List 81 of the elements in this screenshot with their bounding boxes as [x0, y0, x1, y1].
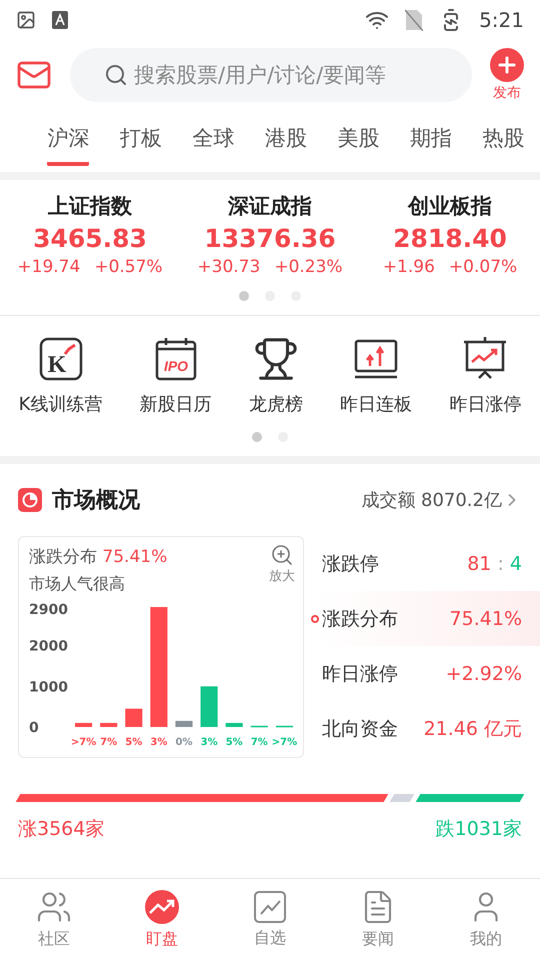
- index-percent: +0.23%: [274, 257, 343, 277]
- axis-label: >7%: [272, 737, 297, 748]
- axis-label: 3%: [200, 737, 218, 748]
- axis-label: 2900: [29, 602, 68, 618]
- rise-count: 涨3564家: [18, 817, 104, 842]
- shortcut-button[interactable]: K K线训练营: [18, 336, 102, 416]
- index-value: 13376.36: [204, 224, 336, 253]
- index-name: 深证成指: [228, 193, 312, 220]
- axis-label: 1000: [29, 679, 68, 696]
- stat-row[interactable]: 涨跌停 81 : 4: [314, 536, 540, 591]
- trend-icon: [144, 889, 180, 925]
- stat-row-highlight[interactable]: 涨跌分布 75.41%: [314, 591, 540, 646]
- line-chart-icon: [253, 890, 287, 924]
- axis-label: 3%: [150, 737, 168, 748]
- market-tab[interactable]: 美股: [338, 120, 380, 166]
- stat-label: 涨跌分布: [322, 606, 399, 632]
- chart-subtitle: 市场人气很高: [29, 574, 125, 595]
- fall-count: 跌1031家: [436, 817, 522, 842]
- turnover-link[interactable]: 成交额 8070.2亿: [361, 488, 522, 512]
- stat-label: 北向资金: [322, 716, 399, 742]
- stat-label: 昨日涨停: [322, 662, 399, 686]
- index-value: 2818.40: [393, 224, 507, 253]
- index-name: 创业板指: [408, 193, 492, 220]
- axis-label: 7%: [100, 737, 118, 748]
- stat-value: 21.46 亿元: [424, 716, 522, 742]
- index-percent: +0.57%: [94, 257, 163, 277]
- shortcut-button[interactable]: 昨日涨停: [449, 336, 522, 416]
- axis-label: >7%: [70, 737, 96, 748]
- stat-value: 75.41%: [450, 608, 522, 630]
- index-change: +30.73: [197, 257, 260, 277]
- ring-icon: [311, 614, 319, 622]
- nav-tab[interactable]: 社区: [14, 889, 94, 950]
- market-tab[interactable]: 全球: [192, 120, 234, 166]
- shortcut-button[interactable]: 龙虎榜: [248, 336, 303, 416]
- bar: [175, 720, 193, 727]
- bar: [226, 722, 243, 727]
- bar: [100, 722, 118, 727]
- pie-chart-icon: [18, 488, 42, 512]
- index-value: 3465.83: [33, 224, 147, 253]
- market-tab[interactable]: 打板: [120, 120, 162, 166]
- market-tab[interactable]: 热股: [482, 120, 525, 166]
- axis-label: 5%: [125, 737, 142, 748]
- bar: [75, 722, 92, 727]
- trophy-icon: [252, 336, 299, 382]
- nav-tab[interactable]: 要闻: [338, 889, 418, 950]
- search-field[interactable]: 搜索股票/用户/讨论/要闻等: [70, 48, 472, 102]
- stat-row[interactable]: 昨日涨停 +2.92%: [314, 646, 540, 701]
- zoom-button[interactable]: 放大: [269, 543, 295, 585]
- search-icon: [104, 63, 128, 87]
- no-sim-icon: [405, 9, 424, 31]
- stat-row[interactable]: 北向资金 21.46 亿元: [314, 701, 540, 756]
- axis-label: 7%: [250, 737, 268, 748]
- market-tab[interactable]: 期指: [410, 120, 452, 166]
- market-tab[interactable]: 港股: [264, 120, 307, 166]
- axis-label: 0%: [176, 737, 192, 748]
- chart-title: 涨跌分布 75.41%: [29, 547, 168, 567]
- stat-value: +2.92%: [446, 662, 522, 684]
- clock-time: 5:21: [479, 8, 524, 32]
- market-tab[interactable]: 沪深: [47, 120, 90, 166]
- section-title: 市场概况: [52, 486, 140, 515]
- index-percent: +0.07%: [448, 257, 518, 277]
- index-name: 上证指数: [48, 193, 132, 220]
- index-change: +19.74: [17, 257, 80, 277]
- index-change: +1.96: [382, 257, 435, 277]
- stat-label: 涨跌停: [322, 552, 380, 576]
- axis-label: 2000: [29, 638, 68, 655]
- axis-label: 5%: [226, 737, 243, 748]
- flat-bar: [390, 794, 414, 802]
- bar: [125, 708, 142, 727]
- zoom-in-icon: [270, 543, 294, 567]
- distribution-card[interactable]: 涨跌分布 75.41% 市场人气很高 放大 0 1000 2000 2900 >7% 7% 5% 3% 0% 3% 5% 7% >7%: [18, 536, 304, 758]
- axis-label: 0: [29, 720, 39, 736]
- text-icon: [52, 11, 68, 29]
- nav-tab[interactable]: 盯盘: [122, 889, 202, 950]
- bar: [200, 686, 218, 727]
- nav-tab[interactable]: 我的: [446, 889, 526, 950]
- nav-tab[interactable]: 自选: [230, 890, 310, 949]
- shortcut-button[interactable]: IPO 新股日历: [140, 336, 212, 416]
- image-icon: [16, 10, 36, 30]
- shortcut-button[interactable]: 昨日连板: [340, 336, 412, 416]
- stat-value: 81 : 4: [467, 552, 522, 574]
